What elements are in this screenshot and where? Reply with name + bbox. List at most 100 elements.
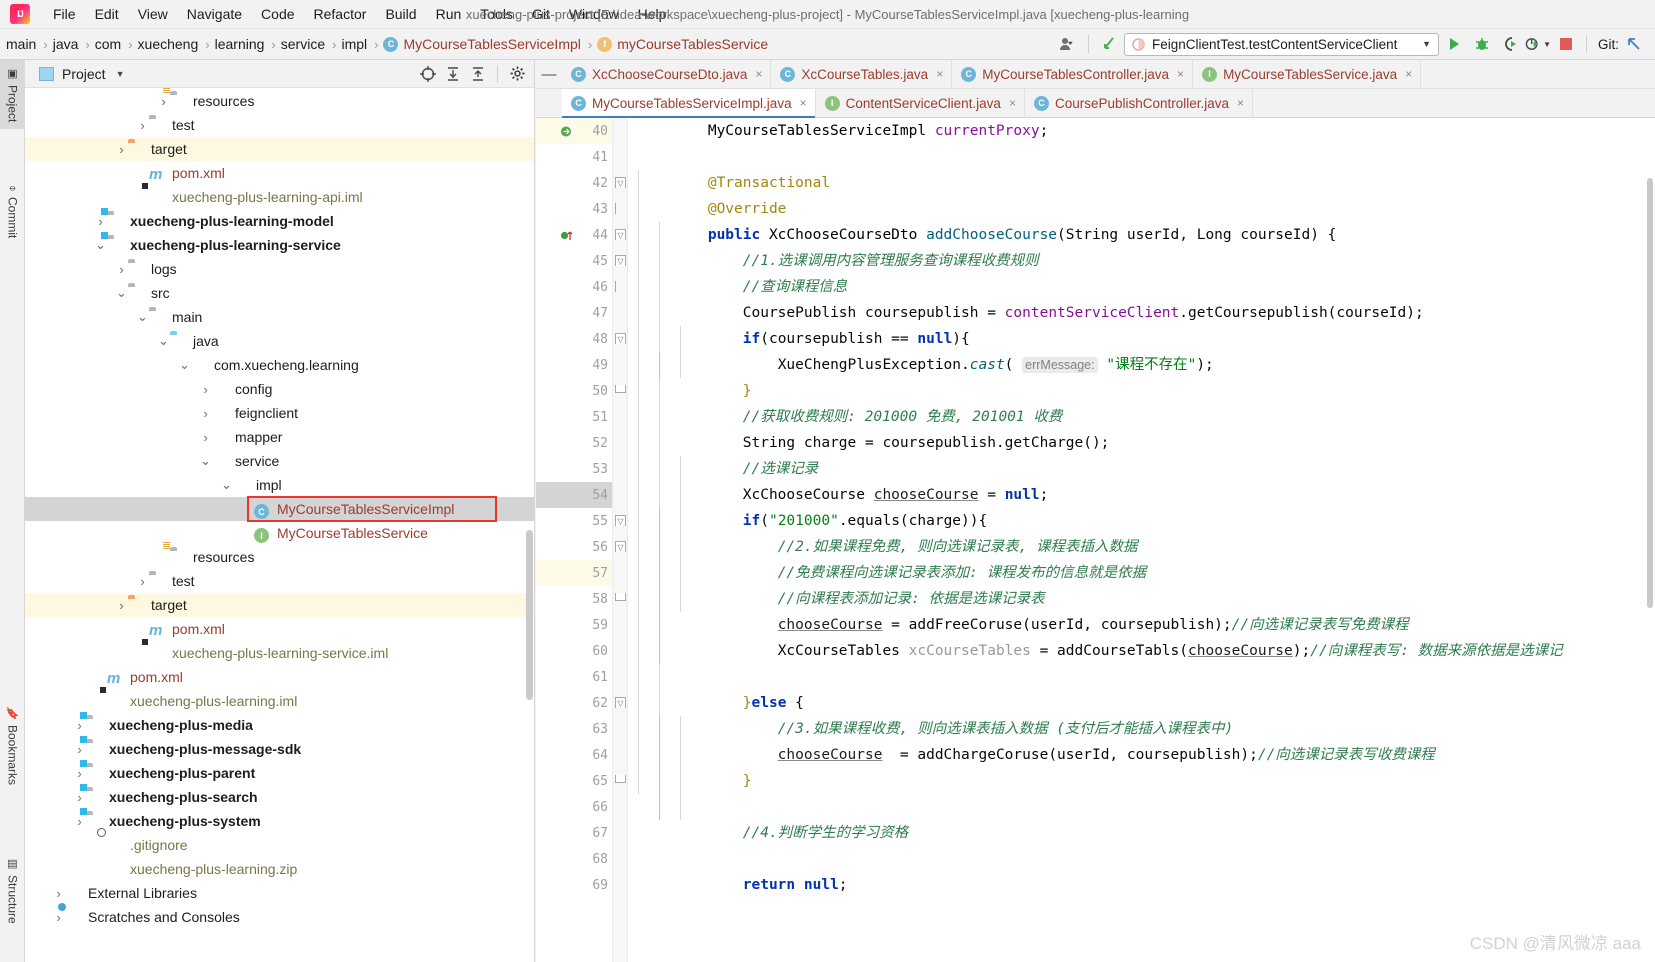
- code-line[interactable]: XcChooseCourse chooseCourse = null;: [638, 482, 1655, 508]
- code-line[interactable]: //3.如果课程收费, 则向选课表插入数据 (支付后才能插入课程表中): [638, 716, 1655, 742]
- tree-item[interactable]: › mapper: [25, 425, 534, 449]
- fold-end-icon[interactable]: [615, 775, 626, 783]
- chevron-down-icon[interactable]: ⌄: [199, 454, 212, 467]
- menu-build[interactable]: Build: [376, 3, 425, 25]
- chevron-right-icon[interactable]: ›: [115, 142, 128, 157]
- override-method-icon[interactable]: [559, 124, 574, 139]
- tree-item[interactable]: › xuecheng-plus-learning-model: [25, 207, 534, 233]
- chevron-right-icon[interactable]: ›: [94, 214, 107, 229]
- close-icon[interactable]: ×: [1405, 67, 1412, 81]
- chevron-down-icon[interactable]: ⌄: [220, 478, 233, 491]
- menu-view[interactable]: View: [129, 3, 177, 25]
- code-line[interactable]: @Override: [638, 196, 1655, 222]
- tree-item[interactable]: m pom.xml: [25, 617, 534, 641]
- tree-item[interactable]: m pom.xml: [25, 665, 534, 689]
- close-icon[interactable]: ×: [1009, 96, 1016, 110]
- close-icon[interactable]: ×: [1177, 67, 1184, 81]
- menu-git[interactable]: Git: [523, 3, 559, 25]
- code-line[interactable]: chooseCourse = addChargeCoruse(userId, c…: [638, 742, 1655, 768]
- breadcrumb-item-learning[interactable]: learning: [213, 34, 269, 54]
- chevron-down-icon[interactable]: ⌄: [94, 238, 107, 251]
- editor-tab-xccoursetables[interactable]: C XcCourseTables.java ×: [771, 60, 953, 88]
- tree-item[interactable]: I MyCourseTablesService: [25, 521, 534, 545]
- tree-item[interactable]: xuecheng-plus-learning.iml: [25, 689, 534, 713]
- tree-item[interactable]: xuecheng-plus-learning-api.iml: [25, 185, 534, 209]
- collapse-all-icon[interactable]: [467, 63, 489, 85]
- menu-window[interactable]: Window: [560, 3, 628, 25]
- chevron-down-icon[interactable]: ⌄: [178, 358, 191, 371]
- close-icon[interactable]: ×: [936, 67, 943, 81]
- fold-region-icon[interactable]: [615, 281, 617, 292]
- code-line[interactable]: XcCourseTables xcCourseTables = addCours…: [638, 638, 1655, 664]
- editor-tab-contentserviceclient[interactable]: I ContentServiceClient.java ×: [815, 89, 1025, 117]
- breadcrumb-item-java[interactable]: java: [51, 34, 83, 54]
- tree-item[interactable]: › logs: [25, 257, 534, 281]
- rail-button-bookmarks[interactable]: 🔖 Bookmarks: [0, 700, 25, 792]
- tree-item[interactable]: › xuecheng-plus-search: [25, 783, 534, 809]
- menu-navigate[interactable]: Navigate: [178, 3, 251, 25]
- code-line[interactable]: //向课程表添加记录: 依据是选课记录表: [638, 586, 1655, 612]
- code-line[interactable]: }: [638, 768, 1655, 794]
- code-editor[interactable]: 40 41 42 43 44 45 46 47 48 49 50 51 52 53 54 55 56 57 58 59…: [536, 118, 1655, 962]
- breadcrumb[interactable]: main › java › com › xuecheng › learning › service ›…: [4, 34, 772, 54]
- settings-gear-icon[interactable]: [506, 63, 528, 85]
- chevron-down-icon[interactable]: ▼: [1422, 39, 1431, 49]
- breadcrumb-item-xuecheng[interactable]: xuecheng: [136, 34, 203, 54]
- fold-end-icon[interactable]: [615, 385, 626, 393]
- chevron-right-icon[interactable]: ›: [73, 742, 86, 757]
- run-button[interactable]: [1441, 32, 1467, 56]
- tree-item[interactable]: › test: [25, 113, 534, 137]
- code-line[interactable]: if(coursepublish == null){: [638, 326, 1655, 352]
- fold-collapse-icon[interactable]: ▽: [615, 541, 626, 552]
- code-line[interactable]: public XcChooseCourseDto addChooseCourse…: [638, 222, 1655, 248]
- code-line[interactable]: //1.选课调用内容管理服务查询课程收费规则: [638, 248, 1655, 274]
- tree-item[interactable]: ⌄ service: [25, 449, 534, 473]
- code-line[interactable]: //4.判断学生的学习资格: [638, 820, 1655, 846]
- chevron-right-icon[interactable]: ›: [115, 262, 128, 277]
- user-avatar-button[interactable]: [1055, 32, 1081, 56]
- fold-collapse-icon[interactable]: ▽: [615, 177, 626, 188]
- tree-item-selected[interactable]: C MyCourseTablesServiceImpl: [25, 496, 534, 522]
- implementing-method-icon[interactable]: [559, 228, 574, 243]
- code-line[interactable]: return null;: [638, 872, 1655, 898]
- profiler-button[interactable]: ▼: [1525, 32, 1551, 56]
- breadcrumb-item-com[interactable]: com: [93, 34, 125, 54]
- chevron-right-icon[interactable]: ›: [115, 598, 128, 613]
- chevron-right-icon[interactable]: ›: [73, 814, 86, 829]
- chevron-right-icon[interactable]: ›: [199, 406, 212, 421]
- code-line[interactable]: //免费课程向选课记录表添加: 课程发布的信息就是依据: [638, 560, 1655, 586]
- tree-item[interactable]: ⌄ src: [25, 281, 534, 305]
- chevron-right-icon[interactable]: ›: [52, 910, 65, 925]
- code-line[interactable]: //2.如果课程免费, 则向选课记录表, 课程表插入数据: [638, 534, 1655, 560]
- chevron-right-icon[interactable]: ›: [136, 118, 149, 133]
- menu-help[interactable]: Help: [629, 3, 676, 25]
- tree-item[interactable]: › target: [25, 593, 534, 617]
- code-line[interactable]: }else {: [638, 690, 1655, 716]
- menu-edit[interactable]: Edit: [86, 3, 128, 25]
- menu-code[interactable]: Code: [252, 3, 303, 25]
- tree-item[interactable]: › resources: [25, 88, 534, 113]
- code-line[interactable]: @Transactional: [638, 170, 1655, 196]
- tree-item[interactable]: resources: [25, 541, 534, 569]
- editor-tab-mycoursetablesserviceimpl[interactable]: C MyCourseTablesServiceImpl.java ×: [562, 89, 816, 118]
- chevron-right-icon[interactable]: ›: [73, 766, 86, 781]
- tree-item[interactable]: › config: [25, 377, 534, 401]
- run-configuration-selector[interactable]: FeignClientTest.testContentServiceClient…: [1123, 32, 1439, 56]
- code-line[interactable]: [638, 846, 1655, 872]
- menu-tools[interactable]: Tools: [471, 3, 522, 25]
- expand-all-icon[interactable]: [442, 63, 464, 85]
- tree-item[interactable]: xuecheng-plus-learning-service.iml: [25, 641, 534, 665]
- chevron-down-icon[interactable]: ⌄: [157, 334, 170, 347]
- tree-item[interactable]: m pom.xml: [25, 161, 534, 185]
- tree-item[interactable]: ⌄ com.xuecheng.learning: [25, 353, 534, 377]
- chevron-down-icon[interactable]: ▼: [1543, 40, 1551, 49]
- breadcrumb-item-mycoursetablesserviceimpl[interactable]: C MyCourseTablesServiceImpl: [381, 34, 584, 54]
- code-line[interactable]: //查询课程信息: [638, 274, 1655, 300]
- editor-tab-mycoursetablescontroller[interactable]: C MyCourseTablesController.java ×: [952, 60, 1194, 88]
- breadcrumb-item-main[interactable]: main: [4, 34, 40, 54]
- search-everywhere-button[interactable]: [1096, 32, 1122, 56]
- code-line[interactable]: //选课记录: [638, 456, 1655, 482]
- project-tree[interactable]: › resources › test › target m pom.xml xuecheng-p…: [25, 88, 534, 962]
- chevron-down-icon[interactable]: ▼: [116, 69, 125, 79]
- fold-collapse-icon[interactable]: ▽: [615, 255, 626, 266]
